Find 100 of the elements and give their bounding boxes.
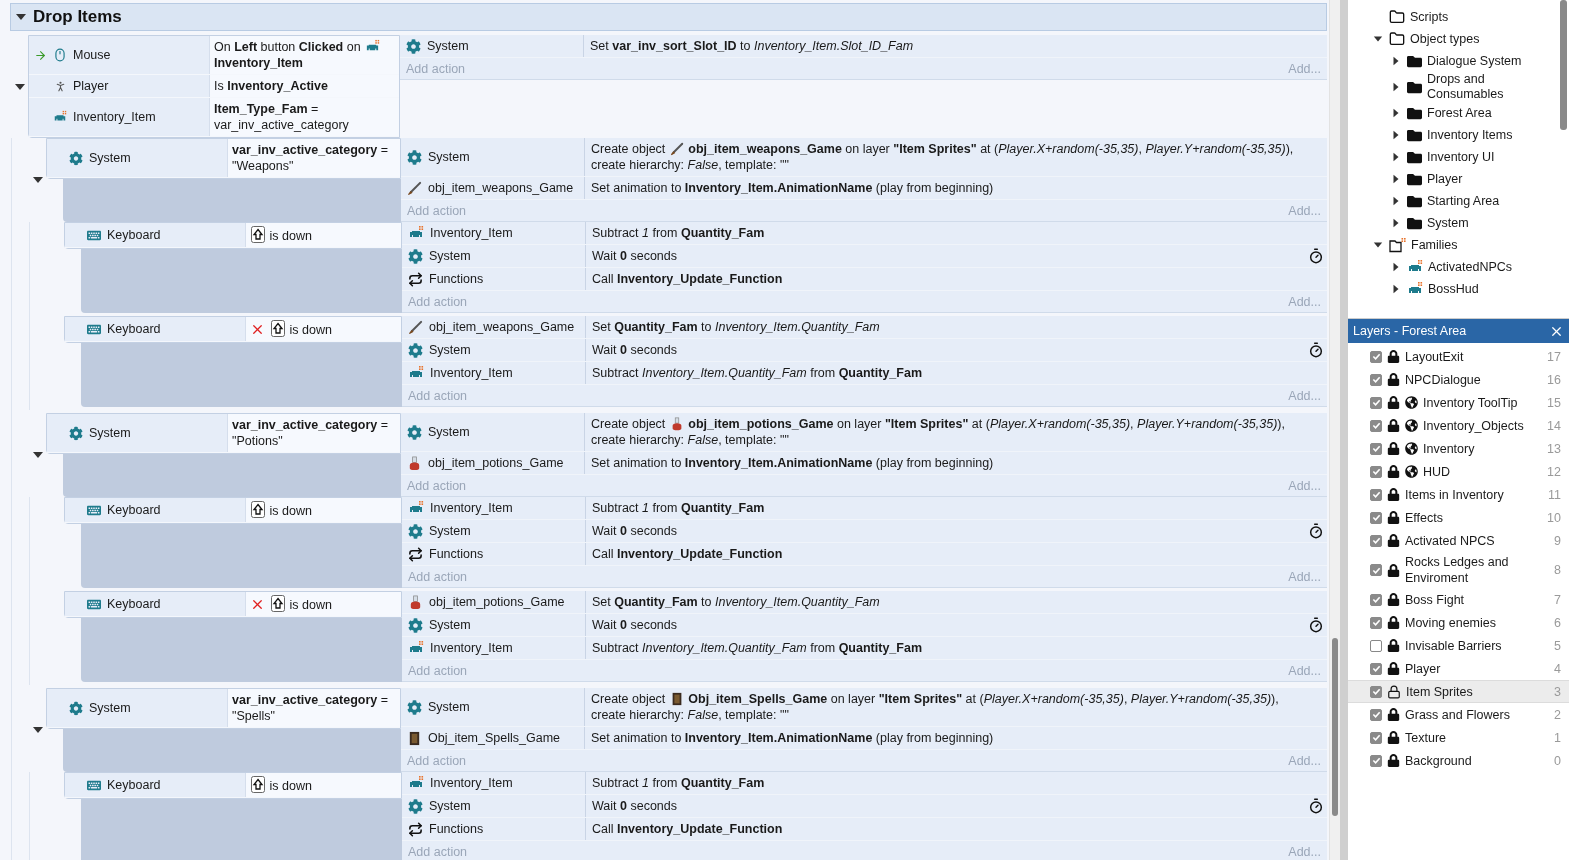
tree-item[interactable]: ActivatedNPCs xyxy=(1348,256,1558,278)
action-row[interactable]: System Wait 0 seconds xyxy=(402,520,1327,543)
expand-arrow-icon[interactable] xyxy=(1391,56,1401,66)
visibility-checkbox[interactable] xyxy=(1370,754,1382,767)
visibility-checkbox[interactable] xyxy=(1370,616,1382,629)
visibility-checkbox[interactable] xyxy=(1370,564,1382,576)
lock-icon[interactable] xyxy=(1387,662,1400,675)
visibility-checkbox[interactable] xyxy=(1370,662,1382,675)
tree-item[interactable]: Forest Area xyxy=(1348,102,1558,124)
lock-icon[interactable] xyxy=(1387,708,1400,721)
action-row[interactable]: obj_item_potions_Game Set Quantity_Fam to Inventory_Item.Quantity_Fam xyxy=(402,591,1327,614)
tree-item[interactable]: Inventory Items xyxy=(1348,124,1558,146)
action-row[interactable]: Inventory_Item Subtract 1 from Quantity_Fam xyxy=(402,222,1327,245)
lock-icon[interactable] xyxy=(1387,563,1400,577)
lock-icon[interactable] xyxy=(1387,350,1400,363)
visibility-checkbox[interactable] xyxy=(1370,639,1382,652)
action-row[interactable]: System Create object Obj_item_Spells_Game on layer "Item Sprites" at (Player.X+random(-35,35), Player.Y+random(-35,35)), create hierarchy: False, template: "" xyxy=(401,688,1327,727)
layer-row[interactable]: Moving enemies 6 xyxy=(1348,611,1569,634)
layer-row[interactable]: Rocks Ledges and Enviroment 8 xyxy=(1348,552,1569,588)
action-row[interactable]: Functions Call Inventory_Update_Function xyxy=(402,543,1327,566)
action-row[interactable]: Functions Call Inventory_Update_Function xyxy=(402,268,1327,291)
lock-icon[interactable] xyxy=(1387,639,1400,652)
action-row[interactable]: Inventory_Item Subtract Inventory_Item.Quantity_Fam from Quantity_Fam xyxy=(402,637,1327,660)
expand-arrow-icon[interactable] xyxy=(1391,152,1401,162)
layer-row[interactable]: Background 0 xyxy=(1348,749,1569,772)
layer-row[interactable]: Invisable Barriers 5 xyxy=(1348,634,1569,657)
action-row[interactable]: System Wait 0 seconds xyxy=(402,339,1327,362)
visibility-checkbox[interactable] xyxy=(1370,465,1382,478)
action-row[interactable]: obj_item_weapons_Game Set animation to Inventory_Item.AnimationName (play from beginning) xyxy=(401,177,1327,200)
visibility-checkbox[interactable] xyxy=(1370,419,1382,432)
layer-row[interactable]: Inventory ToolTip 15 xyxy=(1348,391,1569,414)
layer-row[interactable]: HUD 12 xyxy=(1348,460,1569,483)
action-row[interactable]: System Wait 0 seconds xyxy=(402,245,1327,268)
layer-row[interactable]: Player 4 xyxy=(1348,657,1569,680)
scrollbar[interactable] xyxy=(1329,0,1340,860)
lock-icon[interactable] xyxy=(1387,616,1400,629)
lock-icon[interactable] xyxy=(1387,465,1400,478)
action-row[interactable]: System Wait 0 seconds xyxy=(402,614,1327,637)
action-row[interactable]: Inventory_Item Subtract Inventory_Item.Quantity_Fam from Quantity_Fam xyxy=(402,362,1327,385)
tree-item[interactable]: Families xyxy=(1348,234,1558,256)
condition-row[interactable]: Player Is Inventory_Active xyxy=(29,75,399,98)
visibility-checkbox[interactable] xyxy=(1370,511,1382,524)
expand-arrow-icon[interactable] xyxy=(1391,262,1401,272)
lock-icon[interactable] xyxy=(1387,442,1400,455)
collapse-arrow-icon[interactable] xyxy=(1373,240,1383,250)
tree-item[interactable]: Inventory UI xyxy=(1348,146,1558,168)
layer-row[interactable]: Grass and Flowers 2 xyxy=(1348,703,1569,726)
action-row[interactable]: System Set var_inv_sort_Slot_ID to Inventory_Item.Slot_ID_Fam xyxy=(400,35,1327,58)
action-row[interactable]: System Create object obj_item_weapons_Game on layer "Item Sprites" at (Player.X+random(-35,35), Player.Y+random(-35,35)), create hierarchy: False, template: "" xyxy=(401,138,1327,177)
lock-icon[interactable] xyxy=(1387,488,1400,501)
condition-row[interactable]: Inventory_Item Item_Type_Fam = var_inv_active_category xyxy=(29,98,399,137)
action-row[interactable]: Inventory_Item Subtract 1 from Quantity_Fam xyxy=(402,772,1327,795)
visibility-checkbox[interactable] xyxy=(1370,396,1382,409)
visibility-checkbox[interactable] xyxy=(1370,685,1382,698)
lock-icon[interactable] xyxy=(1387,396,1400,409)
action-row[interactable]: obj_item_weapons_Game Set Quantity_Fam to Inventory_Item.Quantity_Fam xyxy=(402,316,1327,339)
condition-row[interactable]: System var_inv_active_category = "Spells" xyxy=(47,689,400,728)
group-header[interactable]: Drop Items xyxy=(10,3,1327,31)
layer-row[interactable]: Item Sprites 3 xyxy=(1348,680,1569,703)
condition-row[interactable]: Mouse On Left button Clicked on Inventory_Item xyxy=(29,36,399,75)
visibility-checkbox[interactable] xyxy=(1370,534,1382,547)
expand-arrow-icon[interactable] xyxy=(1391,174,1401,184)
lock-icon[interactable] xyxy=(1387,419,1400,432)
action-row[interactable]: System Create object obj_item_potions_Game on layer "Item Sprites" at (Player.X+random(-35,35), Player.Y+random(-35,35)), create hierarchy: False, template: "" xyxy=(401,413,1327,452)
expand-arrow-icon[interactable] xyxy=(1391,130,1401,140)
lock-icon[interactable] xyxy=(1387,684,1401,699)
layer-row[interactable]: Texture 1 xyxy=(1348,726,1569,749)
expand-arrow-icon[interactable] xyxy=(1391,82,1401,92)
expand-arrow-icon[interactable] xyxy=(1391,284,1401,294)
lock-icon[interactable] xyxy=(1387,754,1400,767)
tree-item[interactable]: System xyxy=(1348,212,1558,234)
tree-item[interactable]: BossHud xyxy=(1348,278,1558,300)
layer-row[interactable]: Inventory 13 xyxy=(1348,437,1569,460)
tree-item[interactable]: Object types xyxy=(1348,28,1558,50)
tree-item[interactable]: Dialogue System xyxy=(1348,50,1558,72)
expand-arrow-icon[interactable] xyxy=(1391,196,1401,206)
layer-row[interactable]: LayoutExit 17 xyxy=(1348,345,1569,368)
layer-row[interactable]: Activated NPCS 9 xyxy=(1348,529,1569,552)
expand-arrow-icon[interactable] xyxy=(1391,218,1401,228)
action-row[interactable]: System Wait 0 seconds xyxy=(402,795,1327,818)
visibility-checkbox[interactable] xyxy=(1370,593,1382,606)
lock-icon[interactable] xyxy=(1387,534,1400,547)
lock-icon[interactable] xyxy=(1387,731,1400,744)
tree-item[interactable]: Scripts xyxy=(1348,6,1558,28)
tree-item[interactable]: Player xyxy=(1348,168,1558,190)
layer-row[interactable]: NPCDialogue 16 xyxy=(1348,368,1569,391)
action-row[interactable]: Functions Call Inventory_Update_Function xyxy=(402,818,1327,841)
condition-row[interactable]: Keyboard is down xyxy=(65,773,401,798)
visibility-checkbox[interactable] xyxy=(1370,350,1382,363)
layer-row[interactable]: Items in Inventory 11 xyxy=(1348,483,1569,506)
layer-row[interactable]: Effects 10 xyxy=(1348,506,1569,529)
visibility-checkbox[interactable] xyxy=(1370,488,1382,501)
action-row[interactable]: Obj_item_Spells_Game Set animation to Inventory_Item.AnimationName (play from beginning) xyxy=(401,727,1327,750)
condition-row[interactable]: System var_inv_active_category = "Potions" xyxy=(47,414,400,453)
action-row[interactable]: Inventory_Item Subtract 1 from Quantity_Fam xyxy=(402,497,1327,520)
visibility-checkbox[interactable] xyxy=(1370,373,1382,386)
visibility-checkbox[interactable] xyxy=(1370,731,1382,744)
condition-row[interactable]: Keyboard is down xyxy=(65,223,401,248)
condition-row[interactable]: System var_inv_active_category = "Weapons" xyxy=(47,139,400,178)
action-row[interactable]: obj_item_potions_Game Set animation to Inventory_Item.AnimationName (play from beginning) xyxy=(401,452,1327,475)
